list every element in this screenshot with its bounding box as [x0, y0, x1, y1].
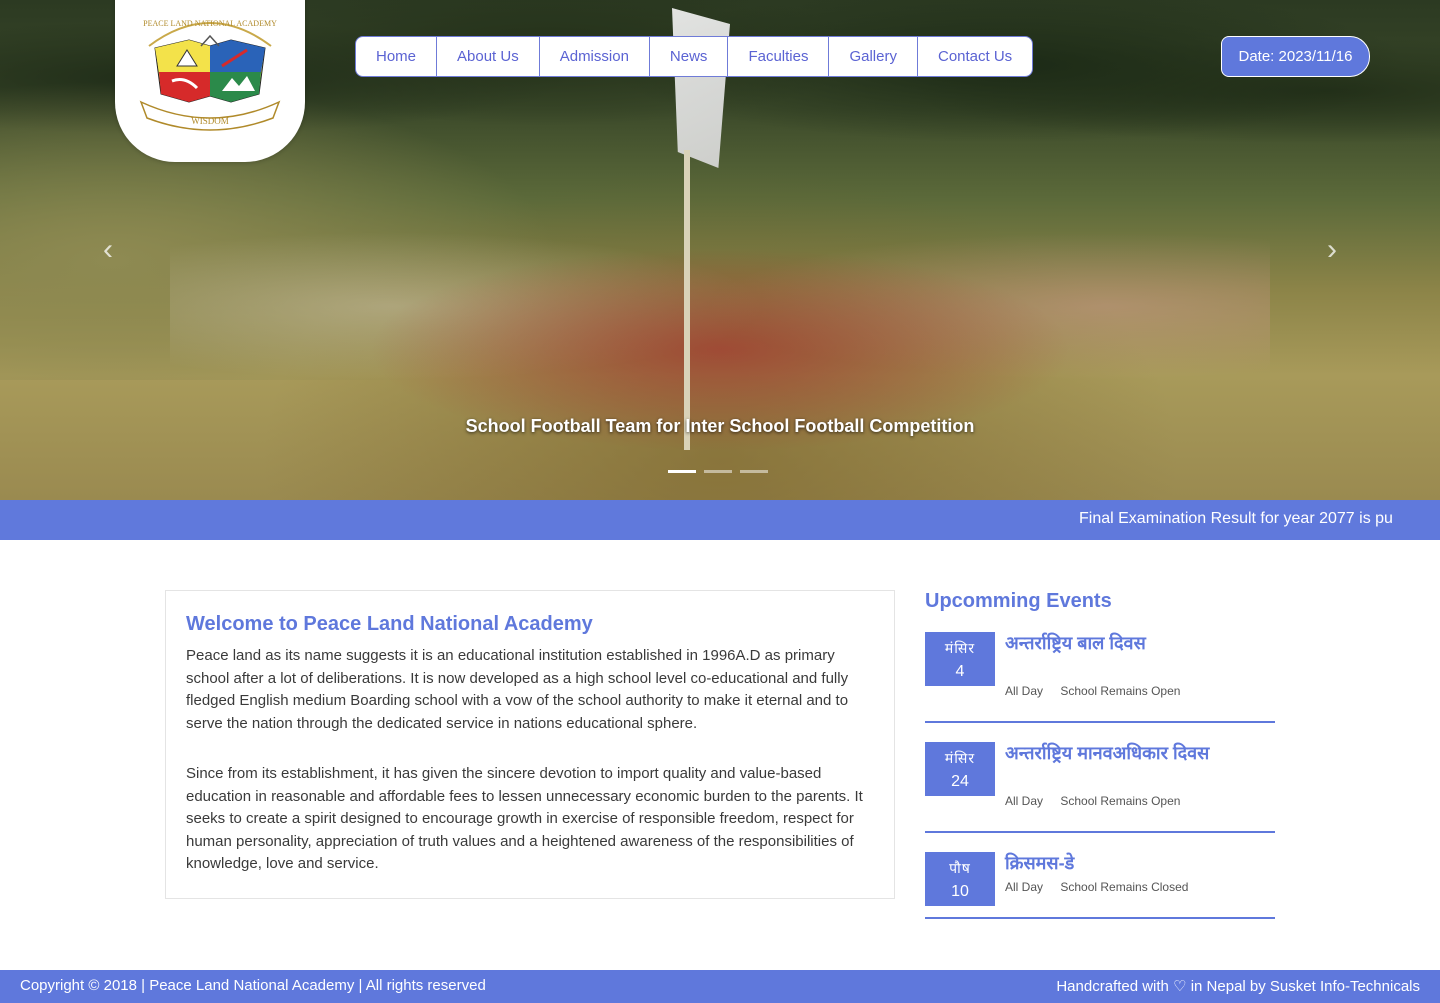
- event-meta: All Day School Remains Open: [1005, 794, 1194, 808]
- ticker-text[interactable]: Final Examination Result for year 2077 i…: [1079, 510, 1393, 528]
- nav-faculties[interactable]: Faculties: [728, 37, 830, 76]
- event-status: School Remains Open: [1060, 684, 1181, 698]
- event-date-badge: पौष 10: [925, 852, 995, 906]
- event-title[interactable]: अन्तर्राष्ट्रिय बाल दिवस: [1005, 632, 1275, 655]
- slider-indicators: [668, 470, 768, 473]
- event-day: 24: [951, 773, 969, 790]
- welcome-paragraph-2: Since from its establishment, it has giv…: [186, 765, 863, 872]
- event-date-badge: मंसिर 24: [925, 742, 995, 796]
- copyright-label: Copyright: [20, 977, 85, 994]
- welcome-section: Welcome to Peace Land National Academy P…: [165, 590, 895, 899]
- logo-motto: WISDOM: [191, 116, 229, 126]
- current-date: Date: 2023/11/16: [1221, 36, 1370, 77]
- slide-caption: School Football Team for Inter School Fo…: [465, 416, 975, 436]
- handcrafted-label: Handcrafted with: [1056, 978, 1169, 995]
- credits-text[interactable]: in Nepal by Susket Info-Technicals: [1191, 978, 1420, 995]
- event-status: School Remains Open: [1060, 794, 1181, 808]
- event-month: मंसिर: [944, 750, 976, 766]
- event-item[interactable]: पौष 10 क्रिसमस-डे All Day School Remains…: [925, 852, 1275, 919]
- logo-card[interactable]: PEACE LAND NATIONAL ACADEMY WISDOM: [115, 0, 305, 162]
- school-logo: PEACE LAND NATIONAL ACADEMY WISDOM: [139, 19, 281, 131]
- chevron-right-icon: ›: [1327, 233, 1337, 266]
- nav-contact-us[interactable]: Contact Us: [918, 37, 1032, 76]
- event-status: School Remains Closed: [1060, 880, 1189, 894]
- heart-icon: ♡: [1173, 978, 1187, 995]
- slider-indicator[interactable]: [668, 470, 696, 473]
- event-day: 10: [951, 883, 969, 900]
- slider-indicator[interactable]: [740, 470, 768, 473]
- event-title[interactable]: अन्तर्राष्ट्रिय मानवअधिकार दिवस: [1005, 742, 1275, 765]
- event-time: All Day: [1005, 684, 1044, 698]
- event-meta: All Day School Remains Closed: [1005, 880, 1202, 894]
- slider-prev-button[interactable]: ‹: [88, 232, 128, 268]
- event-day: 4: [955, 663, 965, 680]
- slider-indicator[interactable]: [704, 470, 732, 473]
- news-ticker: Final Examination Result for year 2077 i…: [0, 500, 1440, 540]
- footer-credits: Handcrafted with ♡ in Nepal by Susket In…: [1056, 977, 1420, 995]
- event-item[interactable]: मंसिर 4 अन्तर्राष्ट्रिय बाल दिवस All Day…: [925, 632, 1275, 723]
- event-item[interactable]: मंसिर 24 अन्तर्राष्ट्रिय मानवअधिकार दिवस…: [925, 742, 1275, 833]
- nav-gallery[interactable]: Gallery: [829, 37, 918, 76]
- welcome-title: Welcome to Peace Land National Academy: [186, 613, 593, 635]
- event-date-badge: मंसिर 4: [925, 632, 995, 686]
- event-title[interactable]: क्रिसमस-डे: [1005, 852, 1275, 875]
- nav-about-us[interactable]: About Us: [437, 37, 540, 76]
- chevron-left-icon: ‹: [103, 233, 113, 266]
- nav-admission[interactable]: Admission: [540, 37, 650, 76]
- event-time: All Day: [1005, 794, 1044, 808]
- events-title: Upcomming Events: [925, 590, 1112, 612]
- copyright-text: 2018 | Peace Land National Academy | All…: [103, 977, 486, 994]
- main-navigation: Home About Us Admission News Faculties G…: [355, 36, 1034, 77]
- logo-arc-text: PEACE LAND NATIONAL ACADEMY: [143, 19, 277, 28]
- site-footer: Copyright © 2018 | Peace Land National A…: [0, 970, 1440, 1003]
- event-month: पौष: [949, 860, 971, 876]
- event-time: All Day: [1005, 880, 1044, 894]
- event-month: मंसिर: [944, 640, 976, 656]
- nav-home[interactable]: Home: [356, 37, 438, 76]
- slider-next-button[interactable]: ›: [1312, 232, 1352, 268]
- copyright-icon: ©: [88, 977, 100, 994]
- footer-copyright: Copyright © 2018 | Peace Land National A…: [20, 977, 486, 994]
- event-meta: All Day School Remains Open: [1005, 684, 1194, 698]
- nav-news[interactable]: News: [650, 37, 729, 76]
- welcome-paragraph-1: Peace land as its name suggests it is an…: [186, 647, 849, 732]
